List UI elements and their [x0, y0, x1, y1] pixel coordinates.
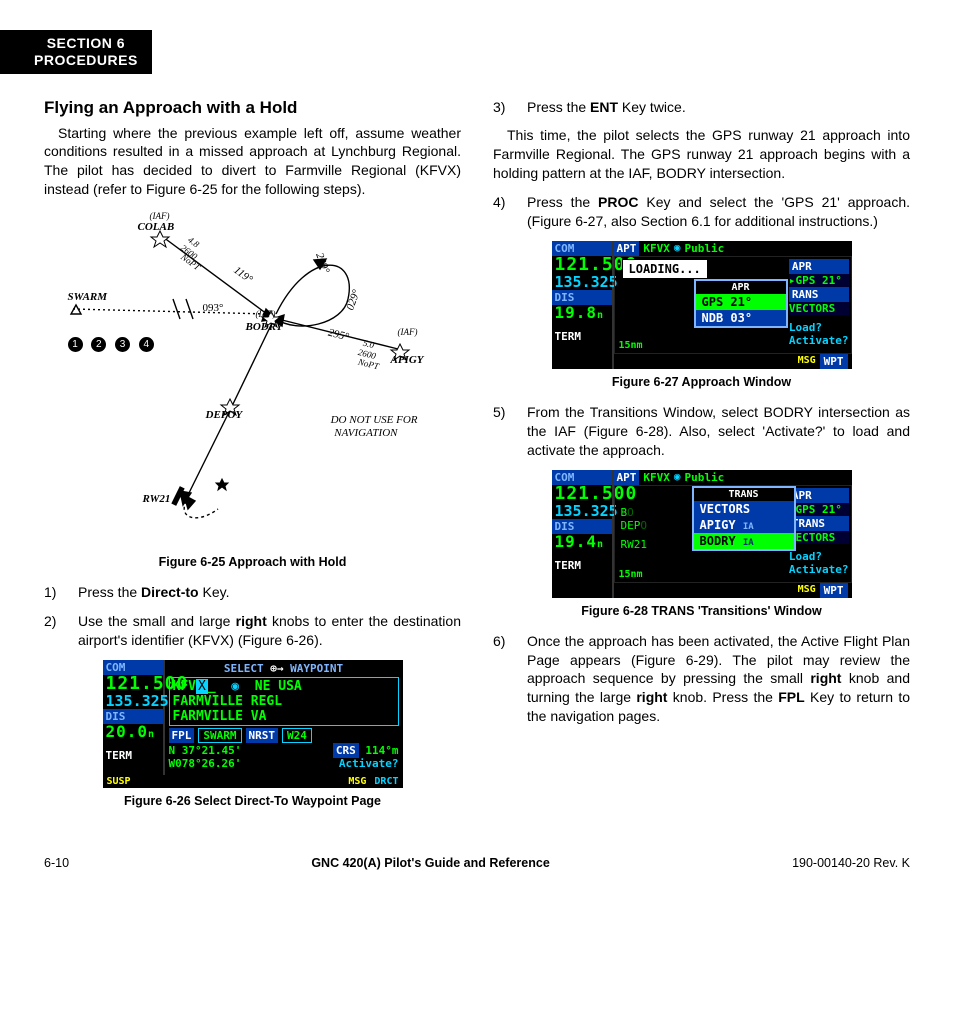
right-column: 3) Press the ENT Key twice. This time, t…: [493, 98, 910, 822]
donotuse-1: DO NOT USE FOR: [331, 414, 418, 426]
depoy-label: DEPOY: [206, 409, 243, 421]
step-6: 6) Once the approach has been activated,…: [493, 632, 910, 726]
bodry-label: BODRY: [246, 321, 283, 333]
circled-1: 1: [68, 337, 83, 352]
swarm-label: SWARM: [68, 291, 108, 303]
page-number: 6-10: [44, 856, 69, 870]
step-5: 5) From the Transitions Window, select B…: [493, 403, 910, 460]
colab-label: COLAB: [138, 221, 175, 233]
step-2: 2) Use the small and large right knobs t…: [44, 612, 461, 650]
step-3: 3) Press the ENT Key twice.: [493, 98, 910, 117]
donotuse-2: NAVIGATION: [334, 427, 397, 439]
section-tab: SECTION 6 PROCEDURES: [0, 30, 152, 74]
figure-6-26-screen: COM 121.500 135.325 DIS 20.0n TERM SELEC…: [103, 660, 403, 788]
circled-4: 4: [139, 337, 154, 352]
iaf-label-2: (IAF): [256, 309, 276, 319]
iaf-label-3: (IAF): [398, 327, 418, 337]
circled-2: 2: [91, 337, 106, 352]
circled-3: 3: [115, 337, 130, 352]
subheading: Flying an Approach with a Hold: [44, 98, 461, 118]
intro-paragraph: Starting where the previous example left…: [44, 124, 461, 200]
rw21-label: RW21: [143, 493, 171, 505]
apigy-label: APIGY: [391, 354, 424, 366]
section-title: PROCEDURES: [34, 52, 138, 69]
h093: 093°: [203, 302, 224, 314]
circled-numbers: 1 2 3 4: [68, 337, 160, 352]
step-4: 4) Press the PROC Key and select the 'GP…: [493, 193, 910, 231]
figure-6-25-caption: Figure 6-25 Approach with Hold: [44, 555, 461, 569]
steps-1-2: 1) Press the Direct-to Key. 2) Use the s…: [44, 583, 461, 650]
doc-id: 190-00140-20 Rev. K: [792, 856, 910, 870]
figure-6-27-screen: COM 121.500 135.325 DIS 19.8n TERM APT K…: [552, 241, 852, 369]
figure-6-28-screen: COM 121.500 135.325 DIS 19.4n TERM APT K…: [552, 470, 852, 598]
figure-6-27-caption: Figure 6-27 Approach Window: [493, 375, 910, 389]
iaf-label: (IAF): [150, 211, 170, 221]
page-footer: 6-10 GNC 420(A) Pilot's Guide and Refere…: [44, 856, 910, 870]
figure-6-28-caption: Figure 6-28 TRANS 'Transitions' Window: [493, 604, 910, 618]
right-paragraph: This time, the pilot selects the GPS run…: [493, 126, 910, 183]
figure-6-25-diagram: (IAF) COLAB 4.8 2600 NoPT 119° 209° 029°…: [68, 209, 438, 549]
left-column: Flying an Approach with a Hold Starting …: [44, 98, 461, 822]
section-number: SECTION 6: [34, 35, 138, 52]
doc-title: GNC 420(A) Pilot's Guide and Reference: [311, 856, 549, 870]
step-1: 1) Press the Direct-to Key.: [44, 583, 461, 602]
figure-6-26-caption: Figure 6-26 Select Direct-To Waypoint Pa…: [44, 794, 461, 808]
